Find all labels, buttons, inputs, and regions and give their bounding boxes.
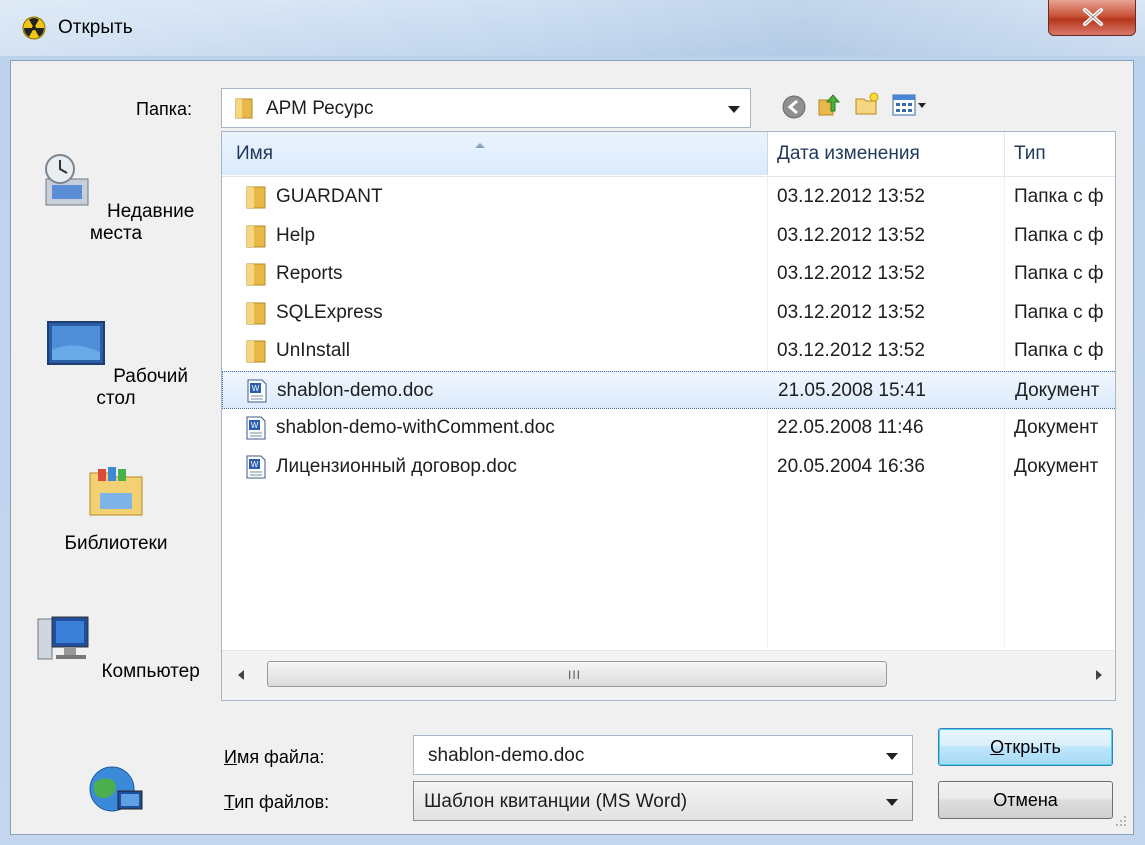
file-name: GUARDANT [276, 186, 383, 207]
svg-text:W: W [251, 421, 259, 430]
file-name: SQLExpress [276, 301, 383, 323]
file-name: Reports [276, 263, 343, 284]
recent-places-icon [44, 154, 89, 206]
column-header-type[interactable]: Тип [1014, 143, 1046, 165]
filetype-label: Тип файлов: [224, 792, 330, 812]
file-row[interactable]: Reports 03.12.2012 13:52 Папка с ф [222, 255, 1115, 293]
resize-grip-icon[interactable] [1111, 811, 1129, 829]
svg-text:W: W [252, 384, 260, 393]
close-button[interactable] [1048, 0, 1136, 36]
file-name: shablon-demo-withComment.doc [276, 417, 555, 438]
file-type: Папка с ф [1014, 224, 1104, 246]
file-date: 03.12.2012 13:52 [777, 340, 925, 361]
file-name: Help [276, 224, 316, 246]
place-label: Компьютер [101, 661, 200, 682]
desktop-icon [46, 321, 105, 365]
scroll-right-icon[interactable] [1096, 670, 1102, 680]
file-name: shablon-demo.doc [277, 379, 434, 401]
scrollbar-grip: III [568, 668, 582, 682]
file-row[interactable]: SQLExpress 03.12.2012 13:52 Папка с ф [222, 294, 1115, 332]
title-bar[interactable]: Открыть [0, 0, 1145, 56]
folder-combobox-value: АРМ Ресурс [266, 98, 374, 119]
folder-icon [235, 98, 253, 119]
place-computer[interactable]: Компьютер [31, 611, 201, 683]
file-type: Папка с ф [1014, 186, 1104, 207]
filetype-value: Шаблон квитанции (MS Word) [424, 791, 688, 812]
network-icon [89, 766, 143, 812]
file-name: UnInstall [276, 340, 350, 361]
file-row[interactable]: W Лицензионный договор.doc 20.05.2004 16:3… [222, 448, 1115, 486]
scroll-left-icon[interactable] [238, 670, 244, 680]
file-date: 03.12.2012 13:52 [777, 301, 925, 323]
folder-combobox[interactable]: АРМ Ресурс [221, 88, 751, 128]
column-header-date-label: Дата изменения [777, 143, 920, 164]
file-date: 03.12.2012 13:52 [777, 263, 925, 284]
filename-input[interactable]: shablon-demo.doc [413, 735, 913, 775]
column-header-name[interactable]: Имя [222, 132, 768, 175]
places-bar: Недавние места Рабочий стол Библиотеки К… [11, 81, 211, 841]
file-row[interactable]: UnInstall 03.12.2012 13:52 Папка с ф [222, 332, 1115, 370]
chevron-down-icon[interactable] [886, 753, 898, 760]
scrollbar-thumb[interactable]: III [267, 661, 887, 687]
file-type: Документ [1014, 417, 1099, 438]
word-doc-icon: W [246, 455, 266, 478]
radiation-app-icon [22, 16, 46, 40]
folder-icon [246, 340, 266, 363]
view-menu-icon[interactable] [891, 92, 929, 118]
file-date: 20.05.2004 16:36 [777, 455, 925, 477]
filename-label: Имя файла: [224, 747, 325, 767]
column-header-date[interactable]: Дата изменения [767, 132, 1005, 175]
place-label: Рабочий стол [96, 366, 189, 409]
horizontal-scrollbar[interactable]: III [222, 650, 1115, 700]
open-button[interactable]: Открыть [938, 728, 1113, 766]
word-doc-icon: W [247, 379, 267, 402]
filetype-select[interactable]: Шаблон квитанции (MS Word) [413, 781, 913, 821]
close-icon [1083, 8, 1103, 26]
column-header-name-label: Имя [236, 143, 274, 164]
folder-icon [246, 225, 266, 247]
file-row[interactable]: GUARDANT 03.12.2012 13:52 Папка с ф [222, 178, 1115, 216]
sort-ascending-icon [475, 143, 485, 148]
folder-icon [246, 302, 266, 324]
dialog-body: Папка: АРМ Ресурс Недавние места Рабочий… [10, 60, 1134, 835]
svg-text:W: W [251, 460, 259, 469]
cancel-button[interactable]: Отмена [938, 781, 1113, 819]
file-type: Документ [1014, 455, 1099, 477]
libraries-icon [89, 467, 143, 516]
file-date: 22.05.2008 11:46 [777, 417, 924, 438]
folder-icon [246, 186, 266, 209]
file-row[interactable]: Help 03.12.2012 13:52 Папка с ф [222, 217, 1115, 255]
file-date: 03.12.2012 13:52 [777, 186, 925, 207]
file-list[interactable]: Имя Дата изменения Тип GUARDANT 03.12.201… [221, 131, 1116, 701]
filename-value: shablon-demo.doc [428, 745, 585, 766]
place-label: Недавние места [89, 201, 195, 244]
file-date: 21.05.2008 15:41 [778, 379, 926, 401]
new-folder-icon[interactable] [854, 91, 880, 117]
column-header-row: Имя Дата изменения Тип [222, 132, 1115, 177]
chevron-down-icon[interactable] [886, 799, 898, 806]
file-type: Папка с ф [1014, 340, 1104, 361]
word-doc-icon: W [246, 416, 266, 440]
place-label: Библиотеки [64, 533, 168, 554]
window-title: Открыть [58, 17, 133, 38]
chevron-down-icon[interactable] [728, 106, 740, 113]
place-desktop[interactable]: Рабочий стол [31, 316, 201, 410]
file-row[interactable]: Wshablon-demo-withComment.doc 22.05.2008 … [222, 409, 1115, 447]
place-recent[interactable]: Недавние места [31, 151, 201, 245]
dialog-window: Открыть Папка: АРМ Ресурс Недавние места… [0, 0, 1145, 845]
place-network[interactable] [31, 761, 201, 833]
file-name: Лицензионный договор.doc [276, 455, 517, 477]
file-type: Папка с ф [1014, 301, 1104, 323]
folder-icon [246, 263, 266, 286]
up-folder-icon[interactable] [816, 91, 842, 117]
place-libraries[interactable]: Библиотеки [31, 461, 201, 555]
computer-icon [37, 616, 89, 660]
back-arrow-icon[interactable] [781, 94, 807, 120]
file-type: Папка с ф [1014, 263, 1104, 284]
file-row[interactable]: Wshablon-demo.doc 21.05.2008 15:41 Докумен… [222, 370, 1115, 409]
file-type: Документ [1015, 379, 1100, 401]
file-date: 03.12.2012 13:52 [777, 224, 925, 246]
